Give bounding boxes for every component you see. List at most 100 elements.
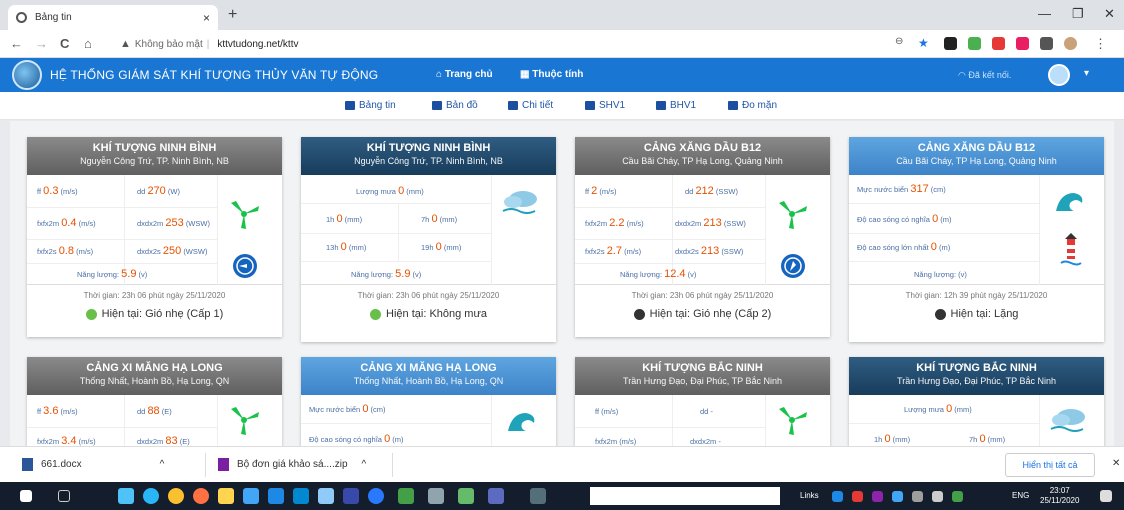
chevron-up-icon[interactable]: ^: [160, 459, 165, 470]
menu-dots-icon[interactable]: ⋮: [1094, 36, 1107, 52]
tab-label: Đo mặn: [742, 100, 778, 111]
app-icon[interactable]: [488, 488, 504, 504]
nav-home[interactable]: ⌂ Trang chủ: [436, 69, 493, 80]
connection-label: Đã kết nối.: [968, 70, 1012, 80]
links-toolbar[interactable]: Links: [800, 491, 819, 500]
app-icon[interactable]: [318, 488, 334, 504]
tab-bhv1[interactable]: BHV1: [656, 100, 696, 111]
station-title: CẢNG XĂNG DẦU B12: [917, 142, 1036, 154]
downloads-close-icon[interactable]: ✕: [1112, 458, 1120, 469]
app-icon[interactable]: [458, 488, 474, 504]
sub-navigation: Bảng tin Bản đồ Chi tiết SHV1 BHV1 Đo mặ…: [0, 92, 1124, 120]
card-header: CẢNG XI MĂNG HẠ LONG Thống Nhất, Hoành B…: [27, 357, 282, 395]
station-address: Trần Hưng Đạo, Đại Phúc, TP Bắc Ninh: [897, 376, 1056, 386]
bookmark-star-icon[interactable]: ★: [918, 36, 929, 50]
home-button[interactable]: ⌂: [84, 36, 92, 51]
taskbar-clock[interactable]: 23:07 25/11/2020: [1040, 486, 1079, 506]
station-card[interactable]: KHÍ TƯỢNG BẮC NINH Trần Hưng Đạo, Đại Ph…: [575, 357, 830, 446]
metric-rain: Lượng mưa 0 (mm): [356, 185, 424, 197]
extension-icon[interactable]: [944, 37, 957, 50]
network-icon[interactable]: [912, 491, 923, 502]
tray-icon[interactable]: [832, 491, 843, 502]
minimize-button[interactable]: —: [1038, 6, 1051, 21]
chevron-up-icon[interactable]: ^: [362, 459, 367, 470]
station-card[interactable]: CẢNG XĂNG DẦU B12 Cầu Bãi Cháy, TP Hạ Lo…: [849, 137, 1104, 342]
tray-icon[interactable]: [852, 491, 863, 502]
reload-button[interactable]: C: [60, 36, 69, 51]
metric-fxfx2m: fxfx2m 2.2 (m/s): [585, 217, 644, 229]
station-card[interactable]: KHÍ TƯỢNG NINH BÌNH Nguyễn Công Trứ, TP.…: [27, 137, 282, 337]
home-icon: ⌂: [436, 69, 443, 80]
station-card[interactable]: CẢNG XI MĂNG HẠ LONG Thống Nhất, Hoành B…: [301, 357, 556, 446]
app-icon[interactable]: [343, 488, 359, 504]
app-icon[interactable]: [293, 488, 309, 504]
zalo-icon[interactable]: [368, 488, 384, 504]
task-view-icon[interactable]: [58, 490, 70, 502]
tray-icon[interactable]: [892, 491, 903, 502]
download-item[interactable]: 661.docx ^: [22, 458, 164, 471]
url-bar[interactable]: ▲ Không bảo mật | kttvtudong.net/kttv: [120, 34, 880, 54]
metric-rain-1h: 1h 0 (mm): [326, 213, 363, 225]
tab-news[interactable]: Bảng tin: [345, 100, 396, 111]
station-card[interactable]: KHÍ TƯỢNG BẮC NINH Trần Hưng Đạo, Đại Ph…: [849, 357, 1104, 446]
mail-icon[interactable]: [118, 488, 134, 504]
clock-date: 25/11/2020: [1040, 496, 1080, 505]
app-icon[interactable]: [243, 488, 259, 504]
tab-map[interactable]: Bản đồ: [432, 100, 478, 111]
volume-icon[interactable]: [932, 491, 943, 502]
notification-icon[interactable]: [1100, 490, 1112, 502]
tray-icon[interactable]: [872, 491, 883, 502]
metric-dd: dd 270 (W): [137, 185, 180, 197]
battery-icon[interactable]: [952, 491, 963, 502]
show-all-button[interactable]: Hiển thị tất cả: [1005, 453, 1095, 477]
metric-ff: ff 0.3 (m/s): [37, 185, 78, 197]
edge-icon[interactable]: [143, 488, 159, 504]
app-icon[interactable]: [530, 488, 546, 504]
chrome-icon[interactable]: [168, 488, 184, 504]
extension-icon[interactable]: [992, 37, 1005, 50]
browser-tab[interactable]: Bảng tin ×: [8, 5, 218, 30]
explorer-icon[interactable]: [218, 488, 234, 504]
download-item[interactable]: Bộ đơn giá khảo sá....zip ^: [218, 458, 366, 471]
tab-close-icon[interactable]: ×: [203, 11, 210, 25]
metric-dxdx2m: dxdx2m 83 (E): [137, 435, 190, 446]
new-tab-button[interactable]: +: [228, 6, 237, 24]
station-card[interactable]: KHÍ TƯỢNG NINH BÌNH Nguyễn Công Trứ, TP.…: [301, 137, 556, 342]
tab-salinity[interactable]: Đo mặn: [728, 100, 777, 111]
nav-properties-label: Thuộc tính: [532, 69, 584, 80]
extension-icon[interactable]: [1016, 37, 1029, 50]
excel-icon[interactable]: [398, 488, 414, 504]
language-indicator[interactable]: ENG: [1012, 491, 1029, 500]
firefox-icon[interactable]: [193, 488, 209, 504]
taskbar-search-box[interactable]: [590, 487, 780, 505]
station-address: Thống Nhất, Hoành Bồ, Hạ Long, QN: [353, 376, 504, 386]
profile-avatar[interactable]: [1064, 37, 1077, 50]
extension-icon[interactable]: [968, 37, 981, 50]
app-icon[interactable]: [428, 488, 444, 504]
user-menu-caret-icon[interactable]: ▾: [1084, 68, 1089, 79]
tab-shv1[interactable]: SHV1: [585, 100, 625, 111]
station-title: CẢNG XI MĂNG HẠ LONG: [360, 362, 497, 374]
puzzle-icon[interactable]: [1040, 37, 1053, 50]
window-close-button[interactable]: ✕: [1104, 6, 1115, 22]
status-text: Hiện tại: Không mưa: [386, 308, 487, 320]
maximize-button[interactable]: ❐: [1072, 6, 1084, 22]
zip-file-icon: [218, 458, 229, 471]
back-button[interactable]: ←: [10, 36, 23, 51]
forward-button[interactable]: →: [35, 36, 48, 51]
station-title: KHÍ TƯỢNG NINH BÌNH: [92, 142, 217, 154]
user-avatar[interactable]: [1048, 64, 1070, 86]
metric-rain-19h: 19h 0 (mm): [421, 241, 462, 253]
zoom-icon[interactable]: ⊖: [895, 36, 903, 47]
windows-start-icon[interactable]: [20, 490, 32, 502]
station-card[interactable]: CẢNG XĂNG DẦU B12 Cầu Bãi Cháy, TP Hạ Lo…: [575, 137, 830, 337]
tab-label: BHV1: [670, 100, 697, 111]
docx-file-icon: [22, 458, 33, 471]
metric-wave-significant: Độ cao sóng có nghĩa 0 (m): [857, 213, 952, 225]
app-icon[interactable]: [268, 488, 284, 504]
nav-properties[interactable]: ▦ Thuộc tính: [520, 69, 583, 80]
tab-detail[interactable]: Chi tiết: [508, 100, 553, 111]
station-title: KHÍ TƯỢNG BẮC NINH: [916, 362, 1037, 374]
station-card[interactable]: CẢNG XI MĂNG HẠ LONG Thống Nhất, Hoành B…: [27, 357, 282, 446]
status-dot: [633, 308, 645, 320]
